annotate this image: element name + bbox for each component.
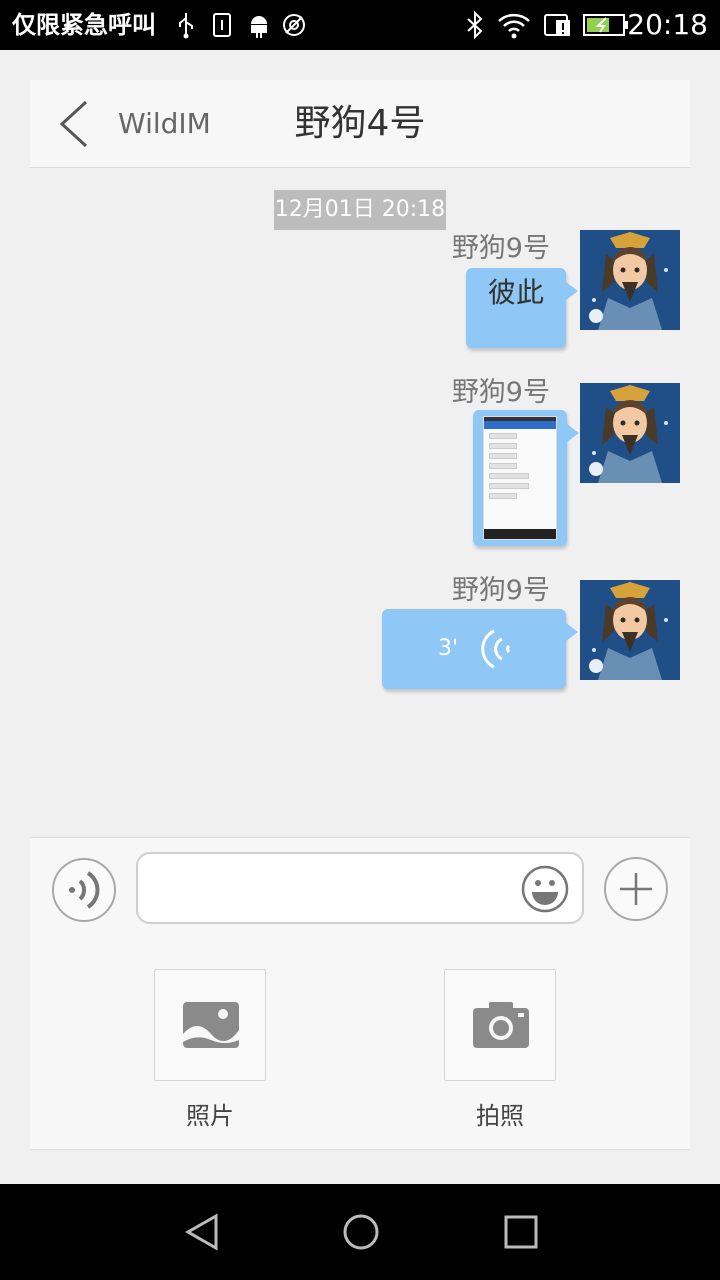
warrior-avatar[interactable] bbox=[580, 580, 680, 680]
message-timestamp: 12月01日 20:18 bbox=[274, 190, 446, 230]
recents-nav-icon[interactable] bbox=[497, 1208, 545, 1256]
sync-off-icon bbox=[283, 14, 305, 36]
screenshot-thumbnail bbox=[483, 416, 557, 540]
image-message-bubble[interactable] bbox=[473, 410, 579, 546]
clock-time: 20:18 bbox=[627, 8, 708, 41]
status-bar: 仅限紧急呼叫 20:18 bbox=[0, 0, 720, 50]
plus-icon bbox=[620, 873, 652, 905]
camera-label: 拍照 bbox=[476, 1102, 524, 1130]
message-input[interactable] bbox=[136, 852, 584, 924]
photo-button[interactable] bbox=[154, 969, 266, 1081]
sender-name: 野狗9号 bbox=[451, 377, 550, 408]
camera-icon bbox=[473, 1002, 529, 1048]
more-button[interactable] bbox=[604, 857, 668, 921]
input-panel: 照片 拍照 bbox=[30, 837, 690, 1150]
voice-icon bbox=[69, 871, 100, 909]
warrior-avatar[interactable] bbox=[580, 230, 680, 330]
sender-name: 野狗9号 bbox=[451, 575, 550, 606]
app-name: WildIM bbox=[118, 107, 211, 140]
chat-header: WildIM 野狗4号 bbox=[30, 80, 690, 168]
home-nav-icon[interactable] bbox=[337, 1208, 385, 1256]
voice-message-bubble[interactable]: 3' bbox=[382, 609, 578, 689]
wifi-icon bbox=[498, 13, 530, 39]
photo-icon bbox=[183, 1002, 239, 1048]
voice-button[interactable] bbox=[52, 858, 116, 922]
system-nav-bar bbox=[0, 1184, 720, 1280]
page-title: 野狗4号 bbox=[294, 103, 426, 144]
sim-alert-icon bbox=[544, 14, 570, 36]
chevron-left-icon[interactable] bbox=[48, 96, 104, 152]
carrier-text: 仅限紧急呼叫 bbox=[12, 11, 156, 39]
back-nav-icon[interactable] bbox=[178, 1208, 226, 1256]
voice-duration: 3' bbox=[438, 636, 459, 661]
message-text: 彼此 bbox=[487, 276, 544, 309]
warrior-avatar[interactable] bbox=[580, 383, 680, 483]
text-message-bubble[interactable]: 彼此 bbox=[466, 268, 578, 348]
sim-icon bbox=[213, 13, 231, 37]
android-debug-icon bbox=[251, 16, 267, 38]
sender-name: 野狗9号 bbox=[451, 233, 550, 264]
camera-button[interactable] bbox=[444, 969, 556, 1081]
emoji-icon[interactable] bbox=[520, 864, 570, 914]
voice-wave-icon bbox=[481, 629, 511, 669]
usb-icon bbox=[179, 13, 193, 39]
photo-label: 照片 bbox=[186, 1102, 234, 1130]
battery-charging-icon bbox=[583, 14, 628, 36]
bluetooth-icon bbox=[467, 10, 483, 40]
